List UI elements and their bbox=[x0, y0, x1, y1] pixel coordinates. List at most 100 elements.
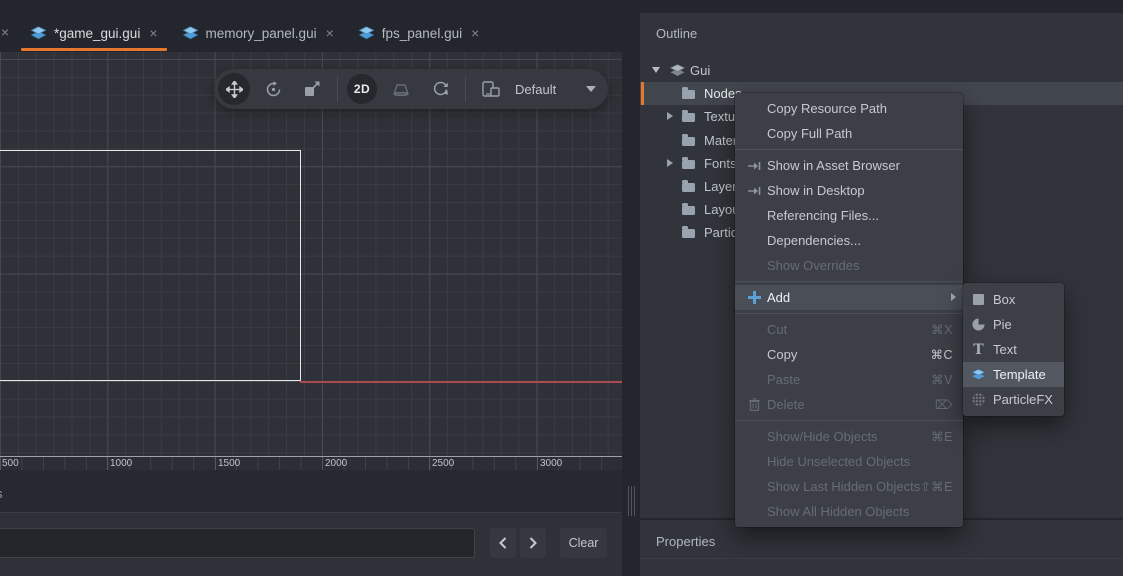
tab-game-gui[interactable]: *game_gui.gui × bbox=[18, 14, 170, 52]
ruler-tick bbox=[429, 457, 430, 471]
menu-item-copy-resource-path[interactable]: Copy Resource Path bbox=[735, 96, 963, 121]
menu-item-shortcut: ⌘C bbox=[930, 347, 953, 362]
tab-label: fps_panel.gui bbox=[382, 26, 462, 41]
menu-item-cut: Cut ⌘X bbox=[735, 317, 963, 342]
submenu-item-label: Pie bbox=[993, 317, 1012, 332]
text-node-icon: T bbox=[971, 343, 986, 357]
submenu-item-box[interactable]: Box bbox=[963, 287, 1064, 312]
x-axis-line bbox=[300, 381, 622, 383]
chevron-left-icon bbox=[499, 537, 507, 549]
submenu-item-particlefx[interactable]: ParticleFX bbox=[963, 387, 1064, 412]
clear-button[interactable]: Clear bbox=[560, 528, 607, 558]
outline-item-label: Gui bbox=[690, 63, 710, 78]
menu-item-copy-full-path[interactable]: Copy Full Path bbox=[735, 121, 963, 146]
submenu-item-text[interactable]: T Text bbox=[963, 337, 1064, 362]
ruler-label: 500 bbox=[2, 458, 19, 469]
menu-item-shortcut: ⇧⌘E bbox=[920, 479, 953, 494]
menu-item-label: Referencing Files... bbox=[767, 208, 879, 223]
ruler-tick bbox=[322, 457, 323, 471]
perspective-camera-button[interactable] bbox=[385, 73, 417, 105]
folder-icon bbox=[682, 206, 695, 215]
gui-bounds-rectangle bbox=[0, 150, 301, 381]
menu-item-referencing-files[interactable]: Referencing Files... bbox=[735, 203, 963, 228]
menu-item-copy[interactable]: Copy ⌘C bbox=[735, 342, 963, 367]
submenu-arrow-icon bbox=[951, 293, 956, 301]
submenu-item-template[interactable]: Template bbox=[963, 362, 1064, 387]
ruler-tick bbox=[537, 457, 538, 471]
menu-item-add[interactable]: Add bbox=[735, 285, 963, 310]
menu-item-label: Cut bbox=[767, 322, 787, 337]
menu-item-show-in-asset-browser[interactable]: Show in Asset Browser bbox=[735, 153, 963, 178]
expand-arrow-icon[interactable] bbox=[667, 112, 673, 120]
outline-item-gui[interactable]: Gui bbox=[640, 59, 1123, 82]
menu-item-label: Show Overrides bbox=[767, 258, 859, 273]
menu-item-show-all-hidden-objects: Show All Hidden Objects bbox=[735, 499, 963, 524]
menu-separator bbox=[735, 281, 963, 282]
jump-to-icon bbox=[746, 161, 762, 171]
close-icon[interactable]: × bbox=[149, 25, 157, 41]
ruler-label: 3000 bbox=[540, 458, 562, 469]
menu-item-shortcut: ⌘V bbox=[931, 372, 953, 387]
submenu-item-label: ParticleFX bbox=[993, 392, 1053, 407]
box-node-icon bbox=[971, 294, 986, 305]
menu-item-shortcut: ⌘E bbox=[931, 429, 953, 444]
template-node-icon bbox=[971, 368, 986, 381]
collapse-arrow-icon[interactable] bbox=[652, 67, 660, 73]
expand-arrow-icon[interactable] bbox=[667, 159, 673, 167]
ruler-tick bbox=[215, 457, 216, 471]
tab-fps-panel[interactable]: fps_panel.gui × bbox=[346, 14, 492, 52]
close-icon[interactable]: × bbox=[471, 25, 479, 41]
gui-scene-icon bbox=[30, 26, 47, 40]
menu-item-hide-unselected-objects: Hide Unselected Objects bbox=[735, 449, 963, 474]
search-input[interactable] bbox=[0, 528, 475, 558]
context-menu: Copy Resource Path Copy Full Path Show i… bbox=[735, 93, 963, 527]
submenu-item-label: Template bbox=[993, 367, 1046, 382]
properties-panel: Properties bbox=[640, 520, 1123, 576]
ruler-label: 2500 bbox=[432, 458, 454, 469]
gui-scene-icon bbox=[669, 64, 686, 77]
folder-icon bbox=[682, 137, 695, 146]
ruler-tick bbox=[107, 457, 108, 471]
folder-icon bbox=[682, 90, 695, 99]
jump-to-icon bbox=[746, 186, 762, 196]
menu-item-show-in-desktop[interactable]: Show in Desktop bbox=[735, 178, 963, 203]
bottom-panel-header bbox=[0, 470, 622, 512]
particlefx-node-icon bbox=[971, 393, 986, 406]
scene-viewport[interactable] bbox=[0, 52, 622, 456]
2d-mode-toggle[interactable]: 2D bbox=[347, 74, 377, 104]
panel-resize-grip-vertical[interactable] bbox=[628, 486, 635, 516]
menu-item-label: Add bbox=[767, 290, 790, 305]
ruler-label: 2000 bbox=[325, 458, 347, 469]
editor-tab-bar: × *game_gui.gui × memory_panel.gui × fp bbox=[0, 0, 640, 52]
reset-camera-button[interactable] bbox=[424, 73, 456, 105]
tab-memory-panel[interactable]: memory_panel.gui × bbox=[170, 14, 346, 52]
submenu-item-pie[interactable]: Pie bbox=[963, 312, 1064, 337]
menu-item-delete: Delete ⌦ bbox=[735, 392, 963, 417]
divider bbox=[640, 558, 1123, 559]
ruler-label: 1500 bbox=[218, 458, 240, 469]
refresh-icon bbox=[432, 81, 449, 97]
chevron-right-icon bbox=[529, 537, 537, 549]
close-icon[interactable]: × bbox=[1, 24, 9, 40]
next-result-button[interactable] bbox=[520, 528, 546, 558]
perspective-icon bbox=[392, 81, 410, 97]
folder-icon bbox=[682, 229, 695, 238]
bottom-tab-label-fragment: s bbox=[0, 486, 3, 501]
menu-item-dependencies[interactable]: Dependencies... bbox=[735, 228, 963, 253]
display-profile-value: Default bbox=[515, 82, 556, 97]
move-tool-button[interactable] bbox=[218, 73, 250, 105]
chevron-down-icon[interactable] bbox=[586, 86, 596, 92]
menu-separator bbox=[735, 420, 963, 421]
tab-label: memory_panel.gui bbox=[206, 26, 317, 41]
display-profile-button[interactable] bbox=[475, 73, 507, 105]
close-icon[interactable]: × bbox=[326, 25, 334, 41]
viewport-toolbar: 2D Default bbox=[214, 69, 608, 109]
previous-result-button[interactable] bbox=[490, 528, 516, 558]
menu-item-shortcut: ⌦ bbox=[935, 397, 953, 412]
ruler-tick bbox=[0, 457, 1, 471]
rotate-tool-button[interactable] bbox=[257, 73, 289, 105]
move-icon bbox=[226, 81, 243, 98]
scale-tool-button[interactable] bbox=[296, 73, 328, 105]
menu-item-show-overrides: Show Overrides bbox=[735, 253, 963, 278]
menu-item-label: Copy Full Path bbox=[767, 126, 852, 141]
